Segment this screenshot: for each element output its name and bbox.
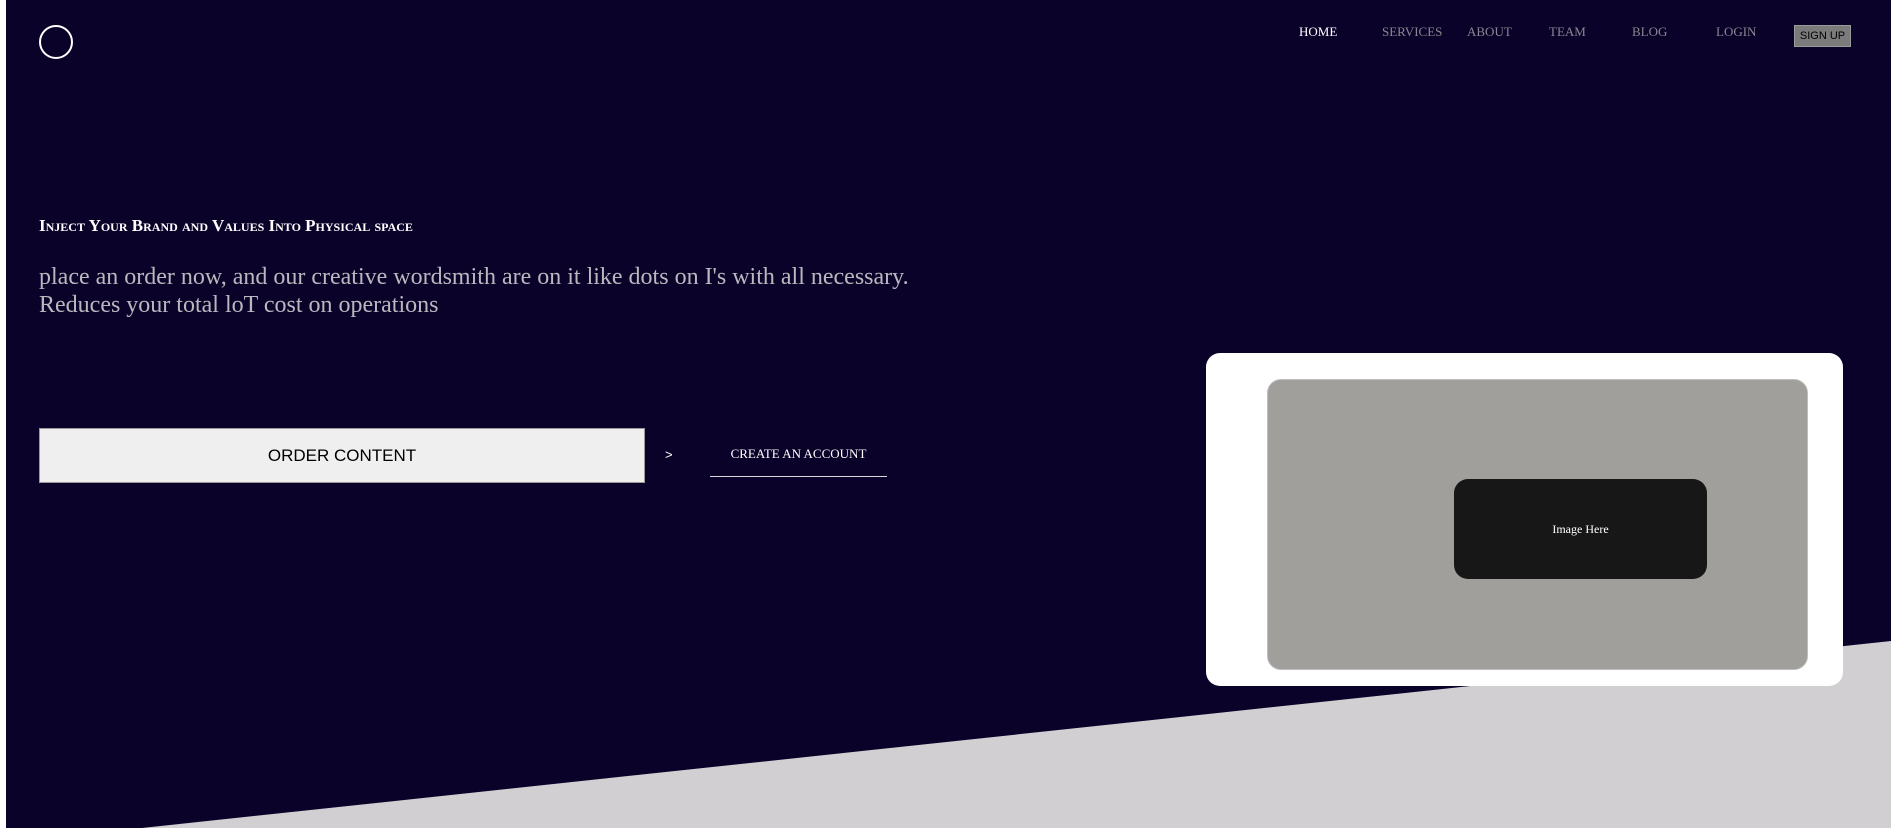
order-content-button[interactable]: ORDER CONTENT [39, 428, 645, 483]
hero-subtext: place an order now, and our creative wor… [39, 263, 1039, 319]
landing-page: HOME SERVICES ABOUT TEAM BLOG LOGIN SIGN… [6, 0, 1891, 828]
image-placeholder-label: Image Here [1454, 479, 1707, 579]
nav-login-link[interactable]: LOGIN [1716, 24, 1756, 40]
signup-button[interactable]: SIGN UP [1794, 25, 1851, 47]
chevron-right-icon: > [665, 447, 673, 462]
hero-subtext-line-1: place an order now, and our creative wor… [39, 264, 909, 290]
logo-circle-icon[interactable] [39, 25, 73, 59]
create-account-link[interactable]: CREATE AN ACCOUNT [710, 446, 887, 477]
nav-services-link[interactable]: SERVICES [1382, 24, 1442, 40]
nav-blog-link[interactable]: BLOG [1632, 24, 1667, 40]
image-placeholder-frame: Image Here [1267, 379, 1808, 670]
image-card: Image Here [1206, 353, 1843, 686]
hero-subtext-line-2: Reduces your total loT cost on operation… [39, 292, 439, 318]
nav-about-link[interactable]: ABOUT [1467, 24, 1512, 40]
nav-home-link[interactable]: HOME [1299, 24, 1337, 40]
nav-team-link[interactable]: TEAM [1549, 24, 1586, 40]
hero-headline: Inject Your Brand and Values Into Physic… [39, 216, 413, 235]
